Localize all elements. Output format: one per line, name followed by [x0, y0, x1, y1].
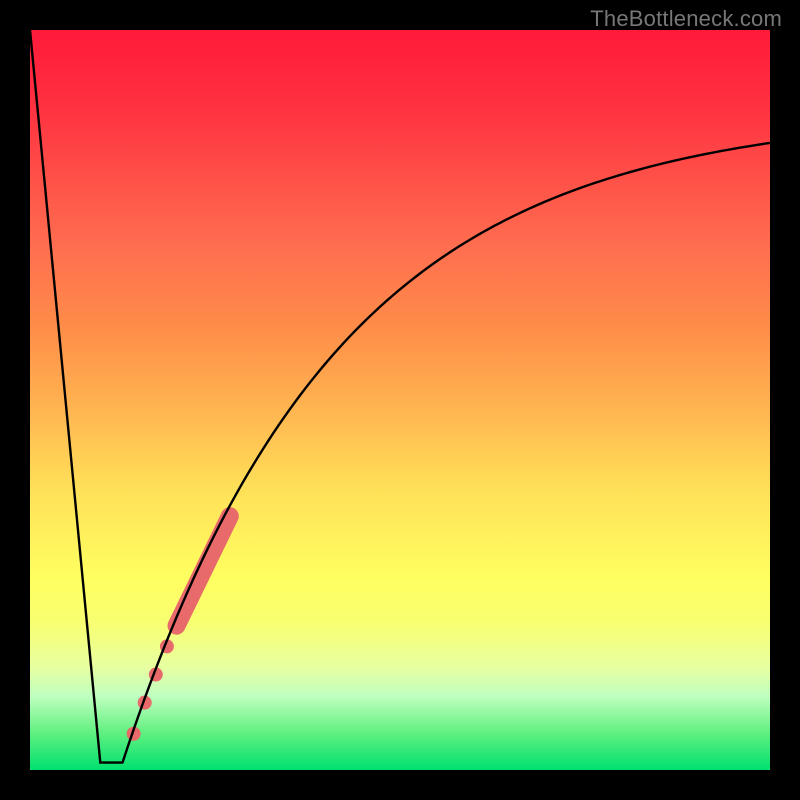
curve-line [30, 30, 770, 763]
plot-area [30, 30, 770, 770]
chart-container: TheBottleneck.com [0, 0, 800, 800]
watermark-text: TheBottleneck.com [590, 6, 782, 32]
highlight-band [177, 516, 230, 626]
chart-svg [30, 30, 770, 770]
